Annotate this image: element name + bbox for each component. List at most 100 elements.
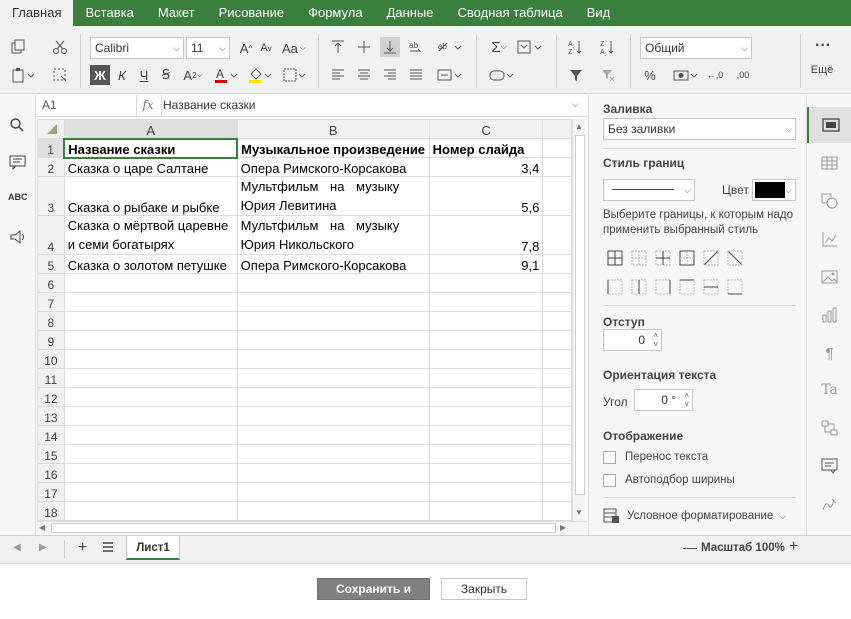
no-borders-icon[interactable]	[631, 250, 647, 266]
paragraph-settings-icon[interactable]: ¶	[807, 343, 851, 363]
row-header[interactable]: 5	[37, 254, 65, 274]
comments-icon[interactable]	[9, 154, 27, 173]
cell-reference-box[interactable]: A1	[37, 95, 137, 116]
diagonal-up-border-icon[interactable]	[703, 250, 719, 266]
row-header[interactable]: 17	[37, 482, 65, 502]
cell[interactable]	[542, 482, 572, 502]
cell[interactable]	[236, 292, 430, 312]
change-case-button[interactable]: Aa ⌵	[280, 38, 308, 58]
cell[interactable]	[542, 176, 572, 216]
wrap-text-icon[interactable]: ab	[406, 37, 426, 57]
cell[interactable]	[63, 444, 238, 464]
indent-spinner[interactable]: 0 ˄ ˅	[603, 329, 662, 351]
table-settings-icon[interactable]	[807, 153, 851, 173]
cell-b4[interactable]: Мультфильм на музыку Юрия Никольского	[236, 215, 430, 255]
increase-decimal-icon[interactable]: ,00	[732, 65, 754, 85]
number-format-select[interactable]: Общий ⌵	[640, 37, 752, 59]
row-header[interactable]: 13	[37, 406, 65, 426]
scroll-up-icon[interactable]: ▲	[575, 122, 583, 131]
font-name-select[interactable]: Calibri ⌵	[90, 37, 184, 59]
cell[interactable]	[428, 387, 544, 407]
row-header[interactable]: 11	[37, 368, 65, 388]
underline-button[interactable]: Ч	[134, 65, 154, 85]
cell[interactable]	[236, 349, 430, 369]
save-and-exit-button[interactable]: Сохранить и выйти	[317, 578, 430, 616]
cell-c4[interactable]: 7,8	[428, 215, 544, 255]
chart-settings-icon[interactable]	[807, 229, 851, 249]
cell[interactable]	[63, 482, 238, 502]
autofit-checkbox[interactable]	[603, 474, 616, 487]
border-color-select[interactable]: ⌵	[752, 179, 796, 201]
row-header[interactable]: 1	[37, 138, 65, 158]
close-button[interactable]: Закрыть	[441, 578, 527, 600]
clear-filter-icon[interactable]	[598, 65, 618, 85]
sort-descending-icon[interactable]: ZA	[598, 37, 618, 57]
cell[interactable]	[63, 330, 238, 350]
row-header[interactable]: 9	[37, 330, 65, 350]
cell[interactable]	[63, 425, 238, 445]
filter-icon[interactable]	[566, 65, 586, 85]
align-left-icon[interactable]	[328, 65, 348, 85]
cell[interactable]	[428, 330, 544, 350]
row-header[interactable]: 15	[37, 444, 65, 464]
cell-a4[interactable]: Сказка о мёртвой царевне и семи богатырях	[63, 215, 238, 255]
subscript-button[interactable]: A 2 ⌵	[180, 65, 206, 85]
font-size-select[interactable]: 11 ⌵	[186, 37, 230, 59]
copy-icon[interactable]	[8, 37, 28, 57]
zoom-in-icon[interactable]: +	[789, 538, 798, 556]
italic-button[interactable]: К	[112, 65, 132, 85]
fill-select[interactable]: Без заливки ⌵	[603, 118, 796, 140]
cell[interactable]	[428, 292, 544, 312]
cell-b1[interactable]: Музыкальное произведение	[236, 138, 430, 158]
cell[interactable]	[236, 311, 430, 331]
cell[interactable]	[236, 482, 430, 502]
cell[interactable]	[542, 444, 572, 464]
row-header[interactable]: 4	[37, 215, 65, 255]
spinner-arrows-icon[interactable]: ˄ ˅	[684, 391, 689, 409]
decrease-decimal-icon[interactable]: ←,0	[704, 65, 726, 85]
tab-view[interactable]: Вид	[575, 0, 623, 26]
align-middle-icon[interactable]	[354, 37, 374, 57]
cell[interactable]	[236, 501, 430, 521]
expand-formula-icon[interactable]: ⌵	[572, 99, 579, 110]
cut-icon[interactable]	[50, 37, 70, 57]
cell[interactable]	[236, 444, 430, 464]
align-right-icon[interactable]	[380, 65, 400, 85]
cell[interactable]	[63, 406, 238, 426]
outer-borders-icon[interactable]	[679, 250, 695, 266]
all-borders-icon[interactable]	[607, 250, 623, 266]
conditional-formatting-button[interactable]: Условное форматирование ⌵	[603, 506, 797, 526]
cell[interactable]	[63, 311, 238, 331]
increase-font-icon[interactable]: A ^	[236, 38, 256, 58]
cell[interactable]	[542, 368, 572, 388]
sum-icon[interactable]: Σ ⌵	[486, 37, 512, 57]
bold-button[interactable]: Ж	[90, 65, 110, 85]
feedback-icon[interactable]	[9, 229, 27, 248]
cell[interactable]	[63, 368, 238, 388]
wrap-text-checkbox[interactable]	[603, 451, 616, 464]
row-header[interactable]: 2	[37, 157, 65, 177]
more-icon[interactable]: ···	[808, 36, 838, 56]
border-style-select[interactable]: ⌵	[603, 179, 695, 201]
row-header[interactable]: 3	[37, 176, 65, 216]
merge-cells-icon[interactable]	[434, 65, 464, 85]
bottom-border-icon[interactable]	[727, 279, 743, 295]
tab-data[interactable]: Данные	[375, 0, 446, 26]
cell[interactable]	[63, 387, 238, 407]
prev-sheet-icon[interactable]: ◀	[13, 542, 21, 553]
sheet-list-icon[interactable]	[102, 540, 114, 557]
paste-icon[interactable]	[8, 65, 38, 85]
vertical-scroll-thumb[interactable]	[575, 135, 585, 495]
vertical-scrollbar[interactable]: ▲ ▼	[572, 119, 586, 521]
cell[interactable]	[236, 406, 430, 426]
cell-b5[interactable]: Опера Римского-Корсакова	[236, 254, 430, 274]
sort-ascending-icon[interactable]: AZ	[566, 37, 586, 57]
cell[interactable]	[542, 349, 572, 369]
cell-c1[interactable]: Номер слайда	[428, 138, 544, 158]
row-header[interactable]: 14	[37, 425, 65, 445]
diagonal-down-border-icon[interactable]	[727, 250, 743, 266]
cell[interactable]	[236, 387, 430, 407]
cell[interactable]	[428, 482, 544, 502]
cell[interactable]	[542, 387, 572, 407]
cell[interactable]	[236, 425, 430, 445]
